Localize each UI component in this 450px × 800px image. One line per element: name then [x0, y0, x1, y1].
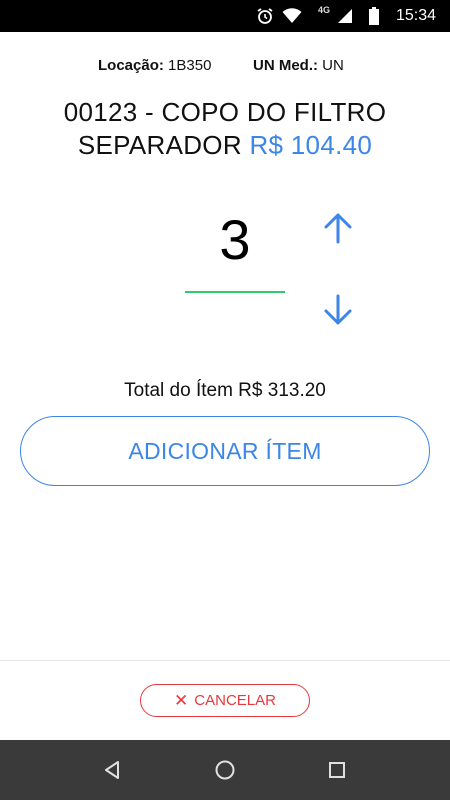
location-info: Locação: 1B350 — [98, 57, 211, 74]
wifi-icon — [280, 0, 304, 32]
product-title: 00123 - COPO DO FILTRO SEPARADOR R$ 104.… — [0, 96, 450, 162]
product-name-line2: SEPARADOR — [77, 130, 242, 160]
product-name-line1: 00123 - COPO DO FILTRO — [63, 97, 387, 127]
network-type-label: 4G — [317, 5, 330, 15]
quantity-input[interactable]: 3 — [185, 208, 285, 272]
navigation-bar — [0, 740, 450, 800]
unit-info: UN Med.: UN — [253, 57, 344, 74]
product-name-line2-wrap: SEPARADOR R$ 104.40 — [0, 129, 450, 162]
back-triangle-icon — [105, 761, 119, 779]
home-circle-icon — [215, 760, 235, 780]
item-total: Total do Ítem R$ 313.20 — [124, 380, 326, 401]
nav-recent-apps-button[interactable] — [307, 740, 367, 800]
unit-value: UN — [322, 57, 344, 74]
nav-back-button[interactable] — [82, 740, 142, 800]
decrease-quantity-button[interactable] — [318, 290, 358, 330]
recent-apps-square-icon — [329, 762, 345, 778]
arrow-down-icon — [324, 294, 352, 325]
add-item-button[interactable]: ADICIONAR ÍTEM — [20, 416, 430, 486]
cancel-label: CANCELAR — [194, 692, 276, 709]
location-label: Locação: — [98, 57, 164, 74]
status-time: 15:34 — [395, 7, 436, 24]
increase-quantity-button[interactable] — [318, 208, 358, 248]
close-icon: ✕ — [174, 691, 189, 710]
nav-home-button[interactable] — [195, 740, 255, 800]
alarm-icon — [255, 0, 275, 32]
footer-divider — [0, 660, 450, 661]
arrow-up-icon — [324, 213, 352, 244]
quantity-underline — [185, 291, 285, 293]
product-price: R$ 104.40 — [249, 130, 373, 160]
signal-icon — [336, 0, 354, 32]
cancel-button[interactable]: ✕ CANCELAR — [140, 684, 310, 717]
location-value: 1B350 — [168, 57, 212, 74]
status-bar: 4G 15:34 — [0, 0, 450, 32]
unit-label: UN Med.: — [253, 57, 318, 74]
battery-icon — [367, 0, 381, 32]
